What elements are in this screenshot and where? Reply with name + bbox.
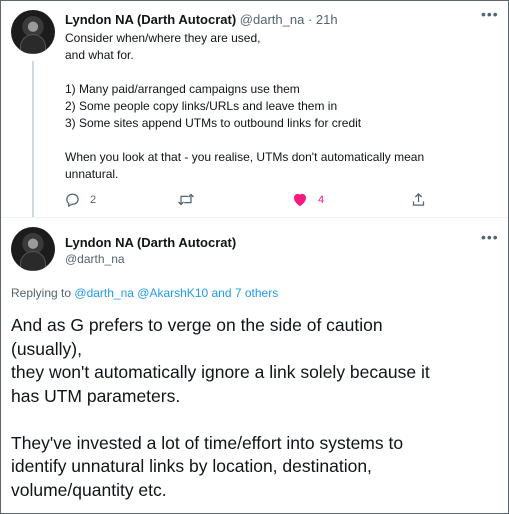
replying-to-link[interactable]: @darth_na @AkarshK10 and 7 others bbox=[74, 286, 278, 300]
tweet-line: identify unnatural links by location, de… bbox=[11, 456, 372, 476]
separator: · bbox=[307, 12, 313, 27]
tweet-frame: Lyndon NA (Darth Autocrat) @darth_na · 2… bbox=[0, 0, 509, 514]
tweet-line: 1) Many paid/arranged campaigns use them bbox=[65, 82, 300, 96]
tweet-line: When you look at that - you realise, UTM… bbox=[65, 150, 425, 164]
tweet-time[interactable]: 21h bbox=[316, 12, 338, 27]
tweet-line: And as G prefers to verge on the side of… bbox=[11, 315, 383, 335]
tweet-line: They've invested a lot of time/effort in… bbox=[11, 432, 404, 453]
retweet-button[interactable] bbox=[177, 192, 205, 207]
tweet-1-header: Lyndon NA (Darth Autocrat) @darth_na · 2… bbox=[65, 12, 338, 27]
like-count: 4 bbox=[318, 193, 325, 206]
tweet-line: 3) Some sites append UTMs to outbound li… bbox=[65, 116, 362, 130]
author-handle[interactable]: @darth_na bbox=[240, 12, 305, 27]
author-name[interactable]: Lyndon NA (Darth Autocrat) bbox=[65, 235, 236, 250]
share-icon bbox=[412, 192, 425, 206]
avatar[interactable] bbox=[11, 227, 55, 271]
tweet-line: unnatural. bbox=[65, 167, 119, 181]
tweet-line bbox=[65, 132, 495, 149]
tweet-1-actions: 2 4 bbox=[1, 192, 508, 212]
tweet-line: (usually), bbox=[11, 338, 82, 359]
author-name[interactable]: Lyndon NA (Darth Autocrat) bbox=[65, 12, 236, 27]
tweet-line: volume/quantity etc. bbox=[11, 479, 167, 500]
replying-prefix: Replying to bbox=[11, 286, 72, 300]
reply-count: 2 bbox=[90, 193, 97, 206]
tweet-line: Consider when/where they are used, bbox=[65, 31, 261, 45]
more-horizontal-icon[interactable]: ••• bbox=[481, 6, 499, 22]
tweet-divider bbox=[1, 217, 508, 218]
tweet-line: has UTM parameters. bbox=[11, 385, 181, 406]
tweet-line bbox=[11, 408, 501, 432]
tweet-2-text: And as G prefers to verge on the side of… bbox=[11, 314, 501, 502]
heart-filled-icon bbox=[294, 193, 306, 207]
tweet-line bbox=[65, 64, 495, 81]
share-button[interactable] bbox=[411, 192, 426, 207]
avatar[interactable] bbox=[11, 10, 55, 54]
tweet-line: 2) Some people copy links/URLs and leave… bbox=[65, 99, 338, 113]
tweet-1[interactable]: Lyndon NA (Darth Autocrat) @darth_na · 2… bbox=[1, 1, 508, 217]
more-horizontal-icon[interactable]: ••• bbox=[481, 229, 499, 245]
retweet-icon bbox=[178, 193, 194, 206]
like-button[interactable]: 4 bbox=[292, 192, 324, 207]
replying-to: Replying to @darth_na @AkarshK10 and 7 o… bbox=[11, 286, 278, 300]
reply-button[interactable]: 2 bbox=[65, 192, 96, 207]
author-handle[interactable]: @darth_na bbox=[65, 252, 125, 266]
tweet-1-text: Consider when/where they are used, and w… bbox=[65, 30, 495, 183]
tweet-line: and what for. bbox=[65, 48, 134, 62]
tweet-line: they won't automatically ignore a link s… bbox=[11, 362, 430, 382]
reply-icon bbox=[66, 193, 79, 207]
